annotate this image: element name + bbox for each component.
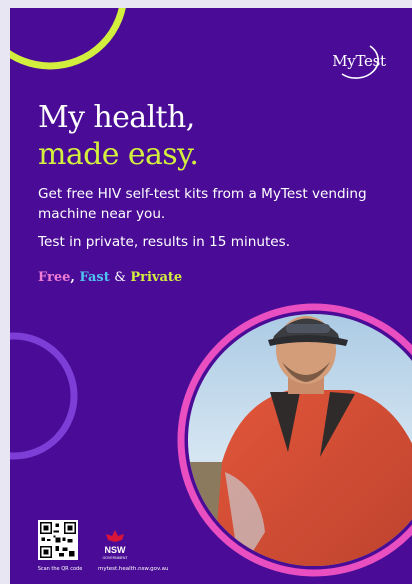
body-paragraph-1: Get free HIV self-test kits from a MyTes… <box>38 186 367 222</box>
poster: MyTest My health, made easy. Get free HI… <box>10 8 412 584</box>
mytest-logo: MyTest <box>324 40 394 80</box>
tagline: Free, Fast & Private <box>38 270 182 285</box>
decorative-ring-left <box>10 332 78 460</box>
headline-line-2: made easy. <box>38 137 199 172</box>
tagline-free: Free <box>38 270 71 285</box>
qr-code-icon[interactable] <box>38 520 78 560</box>
nsw-logo-label: NSW <box>105 545 127 555</box>
decorative-ring-top <box>10 8 126 70</box>
website-url[interactable]: mytest.health.nsw.gov.au <box>98 566 168 572</box>
nsw-waratah-icon: NSW GOVERNMENT <box>102 530 128 560</box>
tagline-comma: , <box>70 270 75 285</box>
tagline-amp: & <box>114 270 126 285</box>
headline: My health, made easy. <box>38 99 199 173</box>
tagline-fast: Fast <box>79 270 110 285</box>
headline-line-1: My health, <box>38 100 195 135</box>
logo-text: MyTest <box>332 52 386 70</box>
nsw-logo-sublabel: GOVERNMENT <box>102 556 128 560</box>
qr-caption: Scan the QR code <box>37 566 83 572</box>
portrait-photo <box>177 303 412 577</box>
body-paragraph-2: Test in private, results in 15 minutes. <box>38 234 291 250</box>
